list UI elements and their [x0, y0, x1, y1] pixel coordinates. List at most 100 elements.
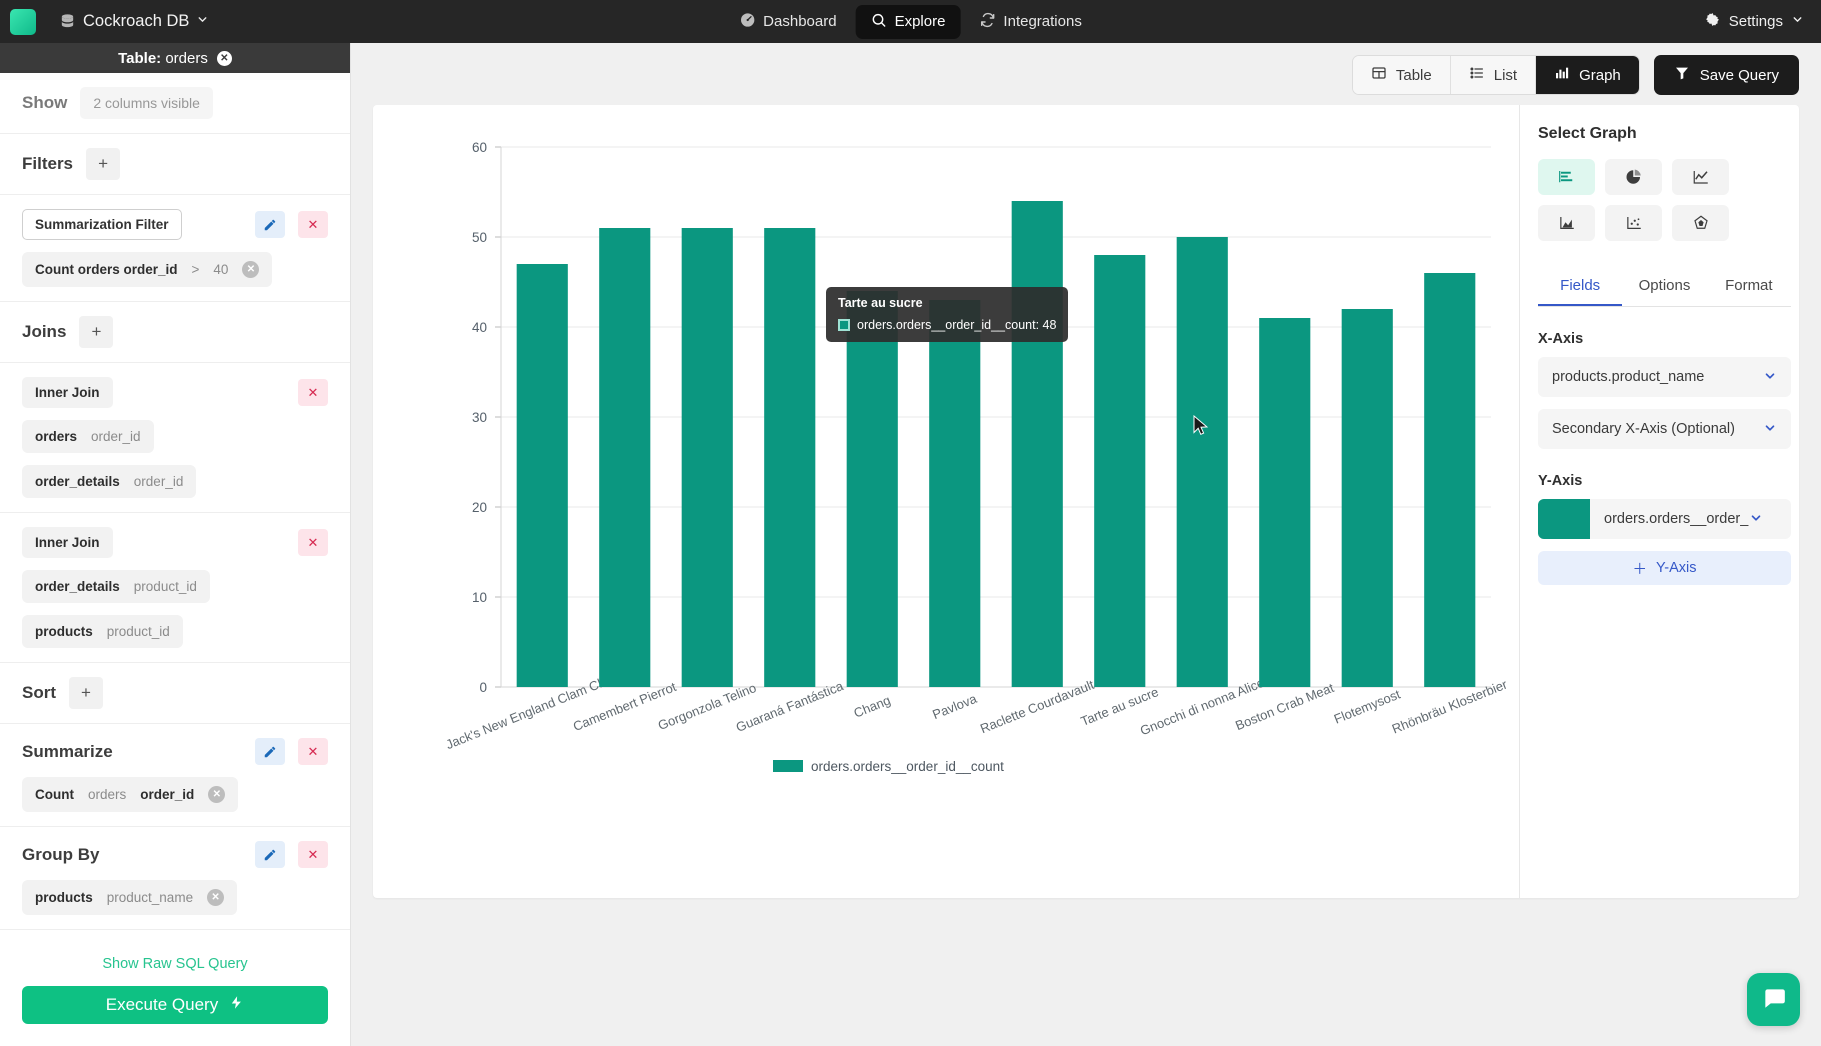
- remove-group-by-icon[interactable]: ✕: [207, 889, 225, 906]
- section-filters: Filters +: [0, 134, 350, 195]
- top-navigation-bar: Cockroach DB Dashboard Explore Integrati…: [0, 0, 1821, 43]
- bar-chart-icon: [1554, 65, 1570, 85]
- add-join-button[interactable]: +: [79, 316, 114, 348]
- filter-name[interactable]: Summarization Filter: [22, 209, 182, 240]
- y-axis-tick-label: 20: [472, 500, 487, 515]
- query-builder-sidebar: Table: orders ✕ Show 2 columns visible F…: [0, 43, 351, 1046]
- bar[interactable]: [516, 264, 568, 687]
- bar[interactable]: [1259, 318, 1311, 687]
- app-logo[interactable]: [10, 8, 36, 35]
- view-tab-table-label: Table: [1395, 66, 1432, 84]
- chart-legend[interactable]: orders.orders__order_id__count: [773, 759, 1004, 774]
- filter-condition-chip: Count orders order_id > 40 ✕: [22, 252, 273, 287]
- delete-group-by-icon[interactable]: ✕: [298, 841, 328, 868]
- bar[interactable]: [764, 228, 816, 687]
- graph-type-scatter-chart-icon[interactable]: [1605, 205, 1662, 241]
- join-type[interactable]: Inner Join: [22, 377, 113, 408]
- search-icon: [871, 12, 887, 32]
- delete-join-icon[interactable]: ✕: [298, 529, 328, 556]
- section-summarize: Summarize ✕ Count orders order_id ✕: [0, 724, 350, 827]
- bar[interactable]: [681, 228, 733, 687]
- summarize-label: Summarize: [22, 741, 113, 761]
- section-sort: Sort +: [0, 663, 350, 724]
- lightning-icon: [229, 995, 244, 1015]
- save-query-button[interactable]: Save Query: [1653, 55, 1799, 95]
- show-label: Show: [22, 93, 68, 112]
- x-axis-tick-label: Chang: [851, 692, 892, 720]
- graph-type-line-chart-icon[interactable]: [1672, 159, 1729, 195]
- delete-summarize-icon[interactable]: ✕: [298, 738, 328, 765]
- add-filter-button[interactable]: +: [86, 148, 121, 180]
- group-by-column: product_name: [106, 890, 194, 905]
- x-axis-select[interactable]: products.product_name: [1538, 357, 1791, 397]
- x-axis-label: X-Axis: [1538, 331, 1584, 347]
- summarize-chip: Count orders order_id ✕: [22, 777, 239, 812]
- y-axis-tick-label: 30: [472, 410, 487, 425]
- view-switcher: Table List Graph: [1351, 55, 1640, 95]
- y-axis-select[interactable]: orders.orders__order_id_: [1538, 499, 1791, 539]
- add-y-axis-button[interactable]: ＋ Y-Axis: [1538, 551, 1791, 585]
- graph-type-pie-chart-icon[interactable]: [1605, 159, 1662, 195]
- section-show: Show 2 columns visible: [0, 73, 350, 134]
- tab-options[interactable]: Options: [1622, 267, 1706, 306]
- graph-type-radar-chart-icon[interactable]: [1672, 205, 1729, 241]
- join-left-table: orders: [35, 429, 78, 444]
- graph-type-bar-chart-icon[interactable]: [1538, 159, 1595, 195]
- join-left-column: order_id: [91, 429, 141, 444]
- add-y-axis-label: Y-Axis: [1655, 560, 1697, 576]
- nav-item-explore[interactable]: Explore: [855, 4, 961, 39]
- nav-item-dashboard[interactable]: Dashboard: [724, 5, 851, 39]
- bar-chart[interactable]: 0102030405060Jack's New England Clam Cho…: [373, 105, 1519, 898]
- x-axis-value: products.product_name: [1552, 369, 1705, 385]
- chevron-down-icon: [1791, 13, 1804, 30]
- bar[interactable]: [1341, 309, 1393, 687]
- bar[interactable]: [929, 300, 981, 687]
- chevron-down-icon: [1749, 511, 1777, 528]
- join-type[interactable]: Inner Join: [22, 527, 113, 558]
- edit-summarize-icon[interactable]: [255, 738, 285, 765]
- view-tab-graph[interactable]: Graph: [1536, 56, 1639, 94]
- edit-group-by-icon[interactable]: [255, 841, 285, 868]
- view-toolbar: Table List Graph Save Query: [351, 43, 1821, 105]
- nav-item-integrations[interactable]: Integrations: [964, 5, 1096, 39]
- graph-type-area-chart-icon[interactable]: [1538, 205, 1595, 241]
- chevron-down-icon: [1763, 369, 1777, 386]
- secondary-x-axis-select[interactable]: Secondary X-Axis (Optional): [1538, 409, 1791, 449]
- execute-query-button[interactable]: Execute Query: [22, 986, 328, 1024]
- delete-join-icon[interactable]: ✕: [298, 379, 328, 406]
- database-selector[interactable]: Cockroach DB: [59, 12, 209, 31]
- y-axis-tick-label: 0: [479, 680, 487, 695]
- add-sort-button[interactable]: +: [69, 677, 103, 709]
- x-axis-tick-label: Pavlova: [930, 691, 979, 723]
- bar[interactable]: [1011, 201, 1063, 687]
- chat-support-button[interactable]: [1747, 973, 1800, 1026]
- show-raw-sql-link[interactable]: Show Raw SQL Query: [22, 956, 328, 972]
- view-tab-list[interactable]: List: [1450, 56, 1537, 94]
- join-right-table: products: [35, 624, 93, 639]
- y-axis-tick-label: 50: [472, 230, 487, 245]
- chat-icon: [1761, 985, 1787, 1014]
- columns-visible-pill[interactable]: 2 columns visible: [80, 87, 213, 119]
- sidebar-table-prefix: Table:: [118, 49, 162, 67]
- remove-summarize-icon[interactable]: ✕: [208, 786, 226, 803]
- view-tab-table[interactable]: Table: [1352, 56, 1451, 94]
- join-left-column: product_id: [133, 579, 197, 594]
- close-table-icon[interactable]: ✕: [216, 50, 232, 66]
- delete-filter-icon[interactable]: ✕: [298, 211, 328, 238]
- settings-menu[interactable]: Settings: [1704, 11, 1804, 32]
- bar[interactable]: [846, 291, 898, 687]
- bar[interactable]: [1424, 273, 1476, 687]
- remove-filter-condition-icon[interactable]: ✕: [242, 261, 260, 278]
- y-axis-color-swatch[interactable]: [1538, 499, 1590, 539]
- bar[interactable]: [1176, 237, 1228, 687]
- bar[interactable]: [599, 228, 651, 687]
- bar[interactable]: [1094, 255, 1146, 687]
- chart-container: 0 10 20 30 40 50 60 Jack's New England Clam Cho…: [373, 105, 1519, 898]
- main-content: Table List Graph Save Query 0 10 20 30 4…: [351, 43, 1821, 1046]
- tab-format[interactable]: Format: [1707, 267, 1791, 306]
- tab-fields[interactable]: Fields: [1538, 267, 1623, 306]
- summarize-table: orders: [87, 787, 127, 802]
- edit-filter-icon[interactable]: [255, 211, 285, 238]
- table-icon: [1371, 65, 1387, 85]
- funnel-icon: [1674, 65, 1690, 85]
